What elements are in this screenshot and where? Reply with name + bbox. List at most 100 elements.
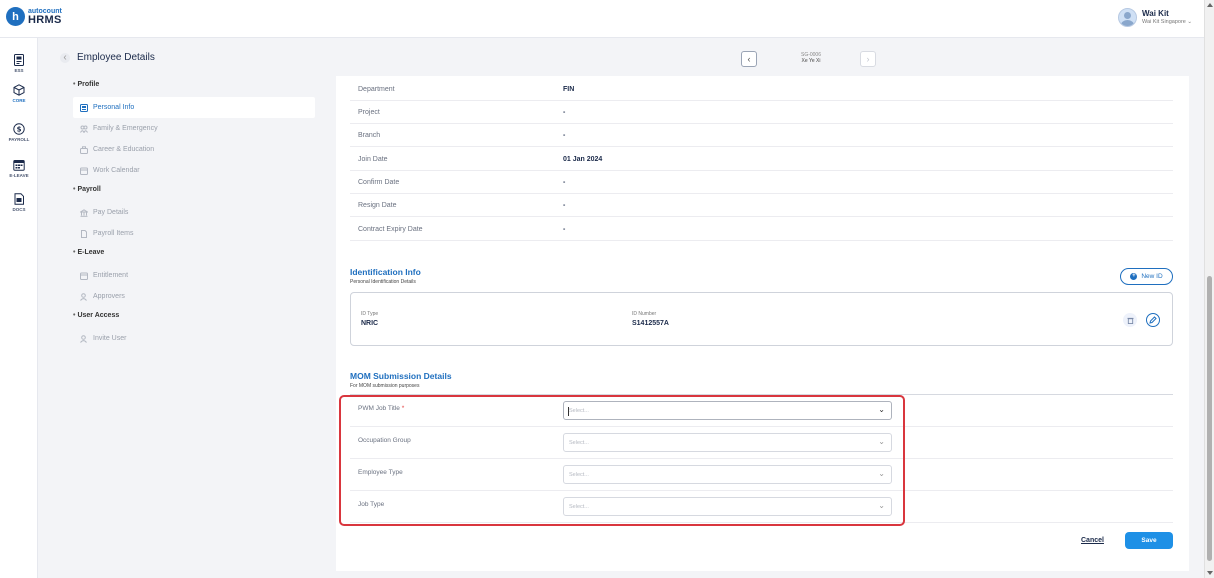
info-label: Branch [358, 132, 381, 139]
info-label: Join Date [358, 156, 388, 163]
mom-title: MOM Submission Details [350, 371, 452, 381]
menu-item-work-calendar[interactable]: Work Calendar [73, 160, 315, 181]
scroll-down-arrow-icon[interactable] [1207, 571, 1213, 575]
family-icon [80, 125, 88, 133]
info-value: - [563, 109, 566, 116]
logo-mark: h [6, 7, 25, 26]
info-label: Contract Expiry Date [358, 226, 423, 233]
core-icon [13, 84, 25, 96]
menu-item-label: Invite User [93, 334, 127, 342]
rail-item-eleave[interactable]: E-LEAVE [0, 159, 38, 178]
info-value: 01 Jan 2024 [563, 156, 603, 163]
mom-subtitle: For MOM submission purposes [350, 383, 420, 389]
next-employee-button[interactable]: › [860, 51, 876, 67]
rail-label-eleave: E-LEAVE [9, 173, 29, 178]
back-chevron-icon[interactable]: ‹ [60, 52, 70, 63]
identification-subtitle: Personal Identification Details [350, 279, 416, 285]
menu-item-entitlement[interactable]: Entitlement [73, 265, 315, 286]
info-row-department: Department FIN [350, 78, 1173, 101]
menu-section-payroll: Payroll [73, 181, 315, 202]
id-card-icon [80, 103, 88, 112]
plus-icon: + [1130, 273, 1138, 280]
calendar-icon [13, 160, 25, 171]
info-row-confirm-date: Confirm Date - [350, 171, 1173, 194]
trash-icon [1126, 317, 1134, 324]
employee-switcher: SG-0006 Xe Ye Xi [770, 52, 852, 64]
id-type-label: ID Type [361, 311, 379, 317]
payroll-icon: $ [13, 123, 25, 135]
info-row-join-date: Join Date 01 Jan 2024 [350, 148, 1173, 171]
menu-item-label: Work Calendar [93, 166, 140, 174]
rail-item-payroll[interactable]: $ PAYROLL [0, 123, 38, 142]
new-id-label: New ID [1141, 273, 1163, 280]
info-value: - [563, 202, 566, 209]
module-rail: ESS CORE $ PAYROLL E-LEAVE DOCS [0, 38, 38, 578]
menu-item-career[interactable]: Career & Education [73, 139, 315, 160]
calendar-icon [80, 272, 88, 280]
id-number-value: S1412557A [632, 320, 669, 327]
menu-section-user-access: User Access [73, 307, 315, 328]
menu-item-pay-details[interactable]: Pay Details [73, 202, 315, 223]
info-label: Project [358, 109, 380, 116]
menu-item-label: Family & Emergency [93, 124, 158, 132]
rail-item-ess[interactable]: ESS [0, 54, 38, 73]
page-scrollbar[interactable] [1204, 0, 1214, 578]
rail-label-docs: DOCS [12, 207, 26, 212]
briefcase-icon [80, 145, 88, 154]
id-card: ID Type NRIC ID Number S1412557A [350, 292, 1173, 346]
calendar-icon [80, 167, 88, 175]
ess-icon [14, 54, 24, 66]
employee-detail-menu: Profile Personal Info Family & Emergency… [73, 76, 315, 349]
scroll-thumb[interactable] [1207, 276, 1212, 561]
docs-icon [14, 193, 24, 205]
menu-item-label: Personal Info [93, 103, 135, 111]
info-row-branch: Branch - [350, 124, 1173, 147]
document-icon [81, 229, 87, 238]
id-type-value: NRIC [361, 320, 379, 327]
edit-id-button[interactable] [1146, 313, 1160, 327]
user-menu[interactable]: Wai Kit Wai Kit Singapore ⌄ [1118, 8, 1192, 27]
user-name: Wai Kit [1142, 9, 1169, 19]
menu-item-label: Pay Details [93, 208, 129, 216]
user-company[interactable]: Wai Kit Singapore ⌄ [1142, 19, 1192, 26]
info-row-contract-expiry: Contract Expiry Date - [350, 218, 1173, 241]
rail-item-core[interactable]: CORE [0, 84, 38, 103]
menu-section-eleave: E-Leave [73, 244, 315, 265]
identification-title: Identification Info [350, 267, 421, 277]
menu-item-approvers[interactable]: Approvers [73, 286, 315, 307]
menu-section-profile: Profile [73, 76, 315, 97]
info-value: - [563, 226, 566, 233]
pencil-icon [1149, 316, 1157, 324]
info-value: - [563, 179, 566, 186]
menu-item-label: Payroll Items [93, 229, 134, 237]
previous-employee-button[interactable]: ‹ [741, 51, 757, 67]
menu-item-invite-user[interactable]: Invite User [73, 328, 315, 349]
menu-item-family[interactable]: Family & Emergency [73, 118, 315, 139]
delete-id-button[interactable] [1123, 313, 1137, 327]
svg-text:$: $ [17, 126, 22, 134]
rail-label-ess: ESS [14, 68, 24, 73]
info-row-project: Project - [350, 101, 1173, 124]
user-check-icon [80, 292, 87, 301]
scroll-up-arrow-icon[interactable] [1207, 3, 1213, 7]
save-button[interactable]: Save [1125, 532, 1173, 549]
cancel-button[interactable]: Cancel [1081, 537, 1104, 544]
app-logo[interactable]: h autocount HRMS [6, 7, 62, 26]
bank-icon [80, 208, 88, 217]
id-number-label: ID Number [632, 311, 657, 317]
rail-label-core: CORE [12, 98, 26, 103]
avatar[interactable] [1118, 8, 1138, 27]
new-id-button[interactable]: + New ID [1120, 268, 1173, 285]
logo-bottom-text: HRMS [28, 13, 62, 26]
menu-item-payroll-items[interactable]: Payroll Items [73, 223, 315, 244]
info-label: Resign Date [358, 202, 397, 209]
info-value: - [563, 132, 566, 139]
rail-item-docs[interactable]: DOCS [0, 193, 38, 212]
info-label: Department [358, 86, 395, 93]
page-title: Employee Details [77, 52, 155, 63]
highlight-box [339, 395, 905, 526]
menu-item-personal-info[interactable]: Personal Info [73, 97, 315, 118]
menu-item-label: Career & Education [93, 145, 155, 153]
menu-item-label: Entitlement [93, 271, 129, 279]
info-value: FIN [563, 86, 575, 93]
